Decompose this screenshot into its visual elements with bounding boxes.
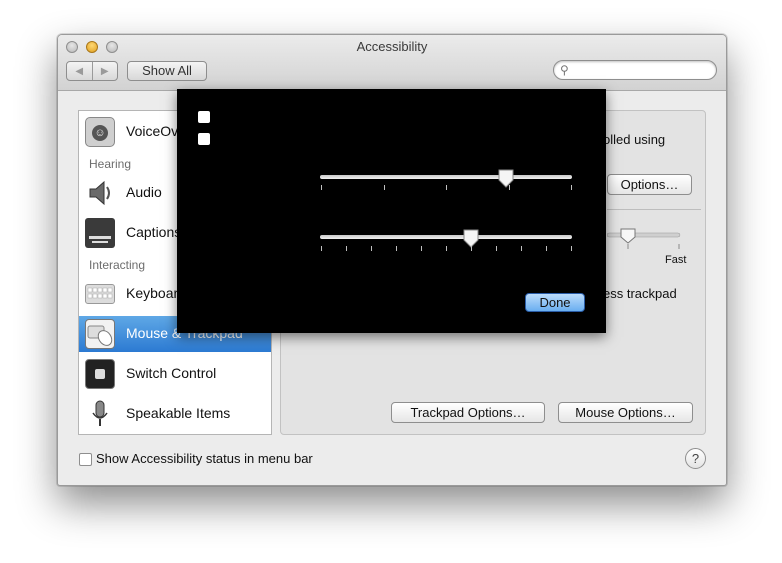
done-button[interactable]: Done — [525, 293, 585, 312]
slider-tick — [496, 246, 497, 251]
search-field[interactable]: ⚲ — [553, 60, 717, 80]
mouse-trackpad-icon — [85, 319, 115, 349]
sidebar-item-label: Switch Control — [126, 365, 217, 381]
show-status-checkbox[interactable] — [79, 453, 92, 466]
search-icon: ⚲ — [560, 63, 569, 77]
show-all-button[interactable]: Show All — [127, 61, 207, 81]
slider-tick — [571, 185, 572, 190]
slider-tick — [446, 246, 447, 251]
sheet-slider-1-thumb[interactable] — [497, 169, 515, 189]
slider-tick — [346, 246, 347, 251]
slider-tick — [383, 185, 385, 190]
sheet-slider-1-track[interactable] — [320, 175, 572, 179]
sidebar-item-switch-control[interactable]: Switch Control — [79, 356, 271, 392]
mouse-options-button[interactable]: Mouse Options… — [558, 402, 693, 423]
slider-tick — [321, 185, 322, 190]
captions-icon — [85, 218, 115, 248]
back-forward-control: ◀ ▶ — [66, 61, 118, 81]
switch-control-icon — [85, 359, 115, 389]
options-button[interactable]: Options… — [607, 174, 692, 195]
fast-label: Fast — [665, 254, 687, 266]
slider-tick — [471, 246, 472, 251]
slider-tick — [321, 246, 322, 251]
sidebar-item-label: Audio — [126, 184, 162, 200]
slider-tick — [396, 246, 397, 251]
keyboard-icon — [85, 284, 115, 304]
slider-tick — [421, 246, 422, 251]
back-button[interactable]: ◀ — [67, 62, 92, 80]
trackpad-options-button[interactable]: Trackpad Options… — [391, 402, 545, 423]
slider-tick — [446, 185, 447, 190]
slider-tick — [508, 185, 510, 190]
options-sheet: Done — [177, 89, 606, 333]
sidebar-item-speakable-items[interactable]: Speakable Items — [79, 396, 271, 432]
speed-slider[interactable] — [607, 227, 687, 251]
title-bar: Accessibility ◀ ▶ Show All ⚲ — [58, 35, 726, 91]
sheet-checkbox-1[interactable] — [198, 111, 210, 123]
forward-button[interactable]: ▶ — [91, 62, 118, 80]
microphone-icon — [85, 399, 115, 429]
speaker-icon — [85, 178, 115, 208]
partial-trackpad-text: ess trackpad — [603, 286, 677, 301]
section-hearing: Hearing — [89, 157, 132, 171]
slider-tick — [546, 246, 547, 251]
slider-tick — [571, 246, 572, 251]
window-title: Accessibility — [356, 39, 428, 54]
sheet-slider-2-track[interactable] — [320, 235, 572, 239]
slider-tick — [371, 246, 372, 251]
sidebar-item-label: Captions — [126, 224, 182, 240]
slider-tick — [521, 246, 522, 251]
sidebar-item-label: Speakable Items — [126, 405, 231, 421]
divider — [607, 209, 701, 210]
sheet-checkbox-2[interactable] — [198, 133, 210, 145]
voiceover-icon: ☺ — [85, 117, 115, 147]
partial-setting-text: olled using — [603, 132, 666, 147]
section-interacting: Interacting — [89, 258, 146, 272]
show-status-label: Show Accessibility status in menu bar — [96, 451, 313, 466]
help-button[interactable]: ? — [685, 448, 706, 469]
